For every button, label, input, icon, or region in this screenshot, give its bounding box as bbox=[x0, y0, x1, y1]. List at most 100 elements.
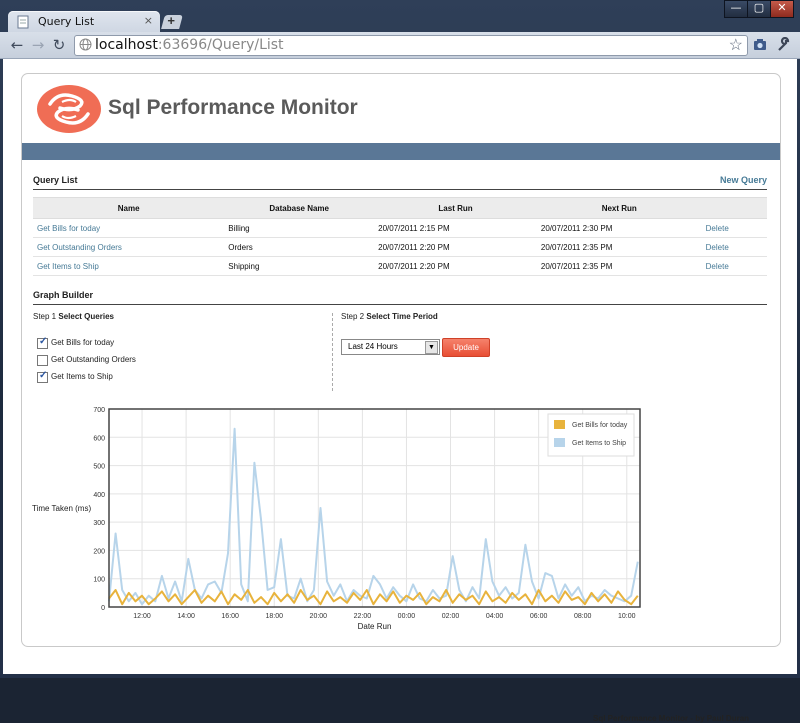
y-tick-label: 100 bbox=[93, 577, 105, 584]
x-tick-label: 12:00 bbox=[133, 613, 151, 620]
x-tick-label: 08:00 bbox=[574, 613, 592, 620]
page-viewport: Sql Performance Monitor Query List New Q… bbox=[3, 59, 797, 723]
last-run-cell: 20/07/2011 2:15 PM bbox=[374, 218, 537, 238]
footer-credit: Sql Performance Monitor - by Paul Duran bbox=[593, 714, 750, 723]
back-arrow-icon[interactable]: ← bbox=[8, 36, 26, 54]
wrench-icon[interactable] bbox=[776, 37, 792, 53]
column-header-last-run: Last Run bbox=[374, 197, 537, 219]
checkbox-label: Get Items to Ship bbox=[51, 372, 113, 381]
delete-link[interactable]: Delete bbox=[701, 218, 767, 238]
next-run-cell: 20/07/2011 2:35 PM bbox=[536, 237, 702, 257]
x-tick-label: 06:00 bbox=[530, 613, 548, 620]
y-tick-label: 400 bbox=[93, 492, 105, 499]
query-list-header: Query List New Query bbox=[33, 175, 767, 190]
url-path: :63696/Query/List bbox=[157, 37, 284, 53]
y-tick-label: 200 bbox=[93, 548, 105, 555]
query-name-link[interactable]: Get Items to Ship bbox=[33, 256, 225, 276]
table-header-row: Name Database Name Last Run Next Run bbox=[33, 197, 767, 219]
database-cell: Shipping bbox=[224, 256, 375, 276]
time-period-select[interactable]: Last 24 Hours ▼ bbox=[341, 339, 440, 355]
title-bar: Query List × + — ▢ ✕ bbox=[0, 0, 800, 32]
url-host: localhost bbox=[95, 37, 158, 53]
table-row: Get Items to Ship Shipping 20/07/2011 2:… bbox=[33, 256, 767, 276]
checkbox-bills[interactable]: ✓ bbox=[37, 336, 48, 349]
chevron-down-icon: ▼ bbox=[425, 341, 438, 354]
column-header-actions bbox=[701, 197, 767, 219]
table-row: Get Outstanding Orders Orders 20/07/2011… bbox=[33, 237, 767, 257]
update-button[interactable]: Update bbox=[442, 338, 490, 357]
reload-icon[interactable]: ↻ bbox=[50, 36, 68, 54]
y-tick-label: 500 bbox=[93, 464, 105, 471]
tab-close-icon[interactable]: × bbox=[144, 14, 153, 27]
check-mark-icon: ✓ bbox=[39, 370, 48, 381]
query-name-link[interactable]: Get Bills for today bbox=[33, 218, 225, 238]
step1-prefix: Step 1 bbox=[33, 312, 57, 321]
forward-arrow-icon[interactable]: → bbox=[29, 36, 47, 54]
query-table: Name Database Name Last Run Next Run Get… bbox=[33, 197, 767, 276]
query-name-link[interactable]: Get Outstanding Orders bbox=[33, 237, 225, 257]
browser-toolbar: ← → ↻ localhost:63696/Query/List ☆ bbox=[0, 32, 800, 59]
step2-title: Select Time Period bbox=[366, 312, 438, 321]
next-run-cell: 20/07/2011 2:30 PM bbox=[536, 218, 702, 238]
legend-swatch bbox=[554, 438, 565, 447]
x-tick-label: 10:00 bbox=[618, 613, 636, 620]
graph-builder-header: Graph Builder bbox=[33, 290, 767, 305]
step1-heading: Step 1 Select Queries bbox=[33, 312, 114, 321]
step1-title: Select Queries bbox=[58, 312, 114, 321]
x-tick-label: 18:00 bbox=[265, 613, 283, 620]
x-tick-label: 02:00 bbox=[442, 613, 460, 620]
close-window-button[interactable]: ✕ bbox=[770, 0, 794, 18]
maximize-button[interactable]: ▢ bbox=[747, 0, 771, 18]
checkbox-label: Get Outstanding Orders bbox=[51, 355, 136, 364]
table-row: Get Bills for today Billing 20/07/2011 2… bbox=[33, 218, 767, 238]
delete-link[interactable]: Delete bbox=[701, 256, 767, 276]
header-banner bbox=[22, 143, 780, 160]
new-tab-button[interactable]: + bbox=[161, 13, 183, 29]
last-run-cell: 20/07/2011 2:20 PM bbox=[374, 237, 537, 257]
globe-icon bbox=[79, 38, 92, 51]
legend-swatch bbox=[554, 420, 565, 429]
legend-label: Get Items to Ship bbox=[572, 440, 626, 447]
last-run-cell: 20/07/2011 2:20 PM bbox=[374, 256, 537, 276]
database-cell: Billing bbox=[224, 218, 375, 238]
app-title: Sql Performance Monitor bbox=[108, 96, 358, 119]
plus-icon: + bbox=[167, 13, 175, 28]
y-tick-label: 600 bbox=[93, 435, 105, 442]
x-tick-label: 16:00 bbox=[221, 613, 239, 620]
browser-window: Query List × + — ▢ ✕ ← → ↻ localhost:636… bbox=[0, 0, 800, 723]
y-tick-label: 700 bbox=[93, 407, 105, 414]
next-run-cell: 20/07/2011 2:35 PM bbox=[536, 256, 702, 276]
query-list-title: Query List bbox=[33, 175, 78, 185]
bookmark-star-icon[interactable]: ☆ bbox=[729, 35, 743, 55]
page-icon bbox=[17, 15, 29, 29]
legend-label: Get Bills for today bbox=[572, 422, 628, 429]
checkbox-items[interactable]: ✓ bbox=[37, 370, 48, 383]
x-axis-label: Date Run bbox=[358, 622, 392, 631]
database-cell: Orders bbox=[224, 237, 375, 257]
url-text: localhost:63696/Query/List bbox=[95, 37, 284, 53]
column-header-name: Name bbox=[33, 197, 225, 219]
app-logo bbox=[37, 85, 101, 133]
delete-link[interactable]: Delete bbox=[701, 237, 767, 257]
y-axis-label: Time Taken (ms) bbox=[32, 504, 91, 513]
performance-chart: 0 100 200 300 400 500 600 700 12:00 14:00 16:00 18:… bbox=[32, 407, 641, 631]
x-tick-label: 14:00 bbox=[177, 613, 195, 620]
content-panel: Sql Performance Monitor Query List New Q… bbox=[21, 73, 781, 647]
step2-heading: Step 2 Select Time Period bbox=[341, 312, 438, 321]
new-query-link[interactable]: New Query bbox=[720, 175, 767, 185]
check-mark-icon: ✓ bbox=[39, 336, 48, 347]
y-tick-label: 0 bbox=[101, 605, 105, 612]
checkbox-orders[interactable] bbox=[37, 355, 48, 366]
x-tick-label: 22:00 bbox=[354, 613, 372, 620]
step2-prefix: Step 2 bbox=[341, 312, 365, 321]
tab-query-list[interactable]: Query List × bbox=[8, 11, 160, 32]
address-bar[interactable]: localhost:63696/Query/List ☆ bbox=[74, 35, 748, 56]
graph-builder-title: Graph Builder bbox=[33, 290, 94, 300]
column-header-next-run: Next Run bbox=[536, 197, 702, 219]
chart-legend: Get Bills for today Get Items to Ship bbox=[547, 413, 635, 457]
minimize-button[interactable]: — bbox=[724, 0, 748, 18]
y-tick-label: 300 bbox=[93, 520, 105, 527]
checkbox-label: Get Bills for today bbox=[51, 338, 115, 347]
tab-title: Query List bbox=[38, 15, 95, 28]
page-menu-icon[interactable] bbox=[752, 37, 768, 53]
